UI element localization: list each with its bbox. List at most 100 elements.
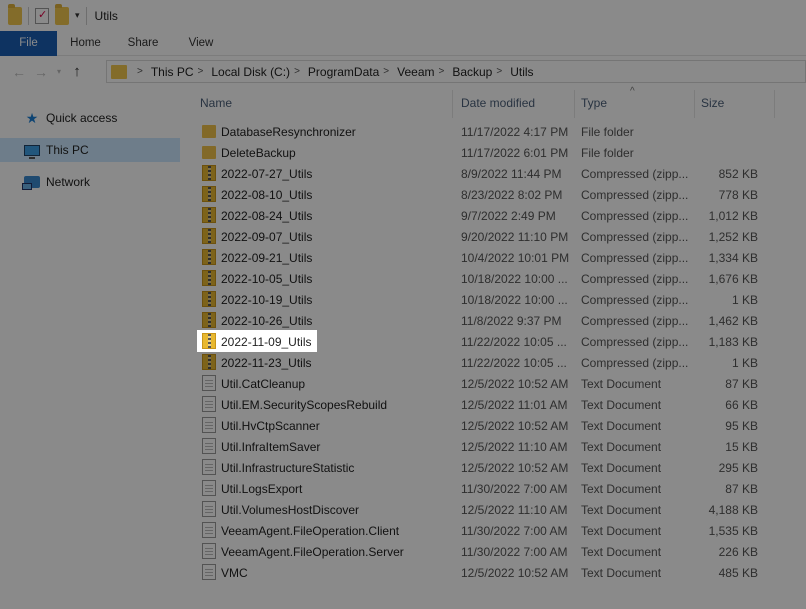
breadcrumb-separator[interactable]: > xyxy=(137,66,143,77)
sidebar-item-this-pc[interactable]: This PC xyxy=(0,138,180,162)
text-file-icon xyxy=(202,438,216,454)
breadcrumb-veeam[interactable]: Veeam xyxy=(397,65,434,79)
sidebar-item-quick-access[interactable]: ★ Quick access xyxy=(0,106,180,130)
file-type: Text Document xyxy=(581,377,662,391)
file-type: Compressed (zipp... xyxy=(581,167,689,181)
quick-access-dropdown[interactable]: ▾ xyxy=(75,10,80,21)
file-date-modified: 10/18/2022 10:00 ... xyxy=(461,293,568,307)
column-header-date[interactable]: Date modified xyxy=(461,96,535,110)
file-row[interactable]: DatabaseResynchronizer 11/17/2022 4:17 PM… xyxy=(200,121,796,142)
file-name: 2022-11-09_Utils xyxy=(221,335,312,349)
breadcrumb-separator[interactable]: > xyxy=(496,66,502,77)
file-name: 2022-08-10_Utils xyxy=(221,188,313,202)
text-file-icon xyxy=(202,480,216,496)
zip-file-icon xyxy=(202,291,216,307)
column-divider[interactable] xyxy=(452,90,453,118)
file-row[interactable]: 2022-10-26_Utils 11/8/2022 9:37 PM Compres… xyxy=(200,310,796,331)
file-name: 2022-09-21_Utils xyxy=(221,251,313,265)
file-row[interactable]: DeleteBackup 11/17/2022 6:01 PM File folde… xyxy=(200,142,796,163)
breadcrumb-this-pc[interactable]: This PC xyxy=(151,65,194,79)
sidebar-item-network[interactable]: Network xyxy=(0,170,180,194)
file-row[interactable]: VMC 12/5/2022 10:52 AM Text Document 485 KB xyxy=(200,562,796,583)
file-row[interactable]: Util.VolumesHostDiscover 12/5/2022 11:10 … xyxy=(200,499,796,520)
file-row[interactable]: VeeamAgent.FileOperation.Client 11/30/202… xyxy=(200,520,796,541)
properties-icon[interactable] xyxy=(35,7,49,24)
file-size: 1 KB xyxy=(731,293,758,307)
file-name: VeeamAgent.FileOperation.Client xyxy=(221,524,400,538)
folder-icon xyxy=(8,3,22,25)
file-row[interactable]: 2022-09-21_Utils 10/4/2022 10:01 PM Compre… xyxy=(200,247,796,268)
breadcrumb-separator[interactable]: > xyxy=(383,66,389,77)
file-row[interactable]: 2022-09-07_Utils 9/20/2022 11:10 PM Compre… xyxy=(200,226,796,247)
sidebar-item-label: Quick access xyxy=(46,111,118,125)
file-date-modified: 12/5/2022 10:52 AM xyxy=(461,461,569,475)
file-name: Util.EM.SecurityScopesRebuild xyxy=(221,398,388,412)
file-name: VeeamAgent.FileOperation.Server xyxy=(221,545,404,559)
column-header-type[interactable]: Type xyxy=(581,96,607,110)
breadcrumb-separator[interactable]: > xyxy=(198,66,204,77)
file-row[interactable]: Util.HvCtpScanner 12/5/2022 10:52 AM Text … xyxy=(200,415,796,436)
column-header-name[interactable]: Name xyxy=(200,96,232,110)
file-name: 2022-10-05_Utils xyxy=(221,272,313,286)
breadcrumb-local-disk[interactable]: Local Disk (C:) xyxy=(211,65,290,79)
file-date-modified: 10/18/2022 10:00 ... xyxy=(461,272,568,286)
file-size: 1,012 KB xyxy=(708,209,758,223)
file-type: File folder xyxy=(581,146,634,160)
file-date-modified: 12/5/2022 11:10 AM xyxy=(461,440,568,454)
breadcrumb-separator[interactable]: > xyxy=(438,66,444,77)
column-divider[interactable] xyxy=(774,90,775,118)
column-header-size[interactable]: Size xyxy=(701,96,724,110)
file-name: 2022-09-07_Utils xyxy=(221,230,313,244)
breadcrumb-utils[interactable]: Utils xyxy=(510,65,533,79)
column-divider[interactable] xyxy=(694,90,695,118)
zip-file-icon xyxy=(202,354,216,370)
file-date-modified: 8/9/2022 11:44 PM xyxy=(461,167,562,181)
tab-view[interactable]: View xyxy=(172,31,230,56)
file-date-modified: 12/5/2022 10:52 AM xyxy=(461,377,569,391)
file-row[interactable]: 2022-07-27_Utils 8/9/2022 11:44 PM Compres… xyxy=(200,163,796,184)
file-row[interactable]: 2022-11-23_Utils 11/22/2022 10:05 ... Comp… xyxy=(200,352,796,373)
up-button[interactable]: ↑ xyxy=(66,61,88,83)
star-icon: ★ xyxy=(25,109,39,126)
file-row[interactable]: 2022-08-24_Utils 9/7/2022 2:49 PM Compress… xyxy=(200,205,796,226)
file-date-modified: 11/30/2022 7:00 AM xyxy=(461,545,568,559)
file-date-modified: 11/22/2022 10:05 ... xyxy=(461,356,567,370)
file-size: 87 KB xyxy=(725,482,758,496)
file-row[interactable]: Util.EM.SecurityScopesRebuild 12/5/2022 1… xyxy=(200,394,796,415)
file-row[interactable]: Util.CatCleanup 12/5/2022 10:52 AM Text Do… xyxy=(200,373,796,394)
recent-locations-dropdown[interactable]: ▾ xyxy=(52,61,66,83)
column-divider[interactable] xyxy=(574,90,575,118)
file-date-modified: 11/30/2022 7:00 AM xyxy=(461,482,568,496)
file-type: Text Document xyxy=(581,566,662,580)
breadcrumb-backup[interactable]: Backup xyxy=(452,65,492,79)
file-row[interactable]: 2022-10-19_Utils 10/18/2022 10:00 ... Comp… xyxy=(200,289,796,310)
highlighted-file[interactable]: 2022-11-09_Utils xyxy=(197,330,317,352)
file-date-modified: 12/5/2022 10:52 AM xyxy=(461,419,569,433)
file-row[interactable]: 2022-10-05_Utils 10/18/2022 10:00 ... Comp… xyxy=(200,268,796,289)
text-file-icon xyxy=(202,522,216,538)
window-title: Utils xyxy=(94,8,118,23)
file-name: 2022-08-24_Utils xyxy=(221,209,313,223)
file-type: Text Document xyxy=(581,461,662,475)
file-date-modified: 11/22/2022 10:05 ... xyxy=(461,335,567,349)
file-type: Compressed (zipp... xyxy=(581,209,689,223)
new-folder-icon[interactable] xyxy=(55,3,69,25)
breadcrumb-separator[interactable]: > xyxy=(294,66,300,77)
forward-button[interactable]: → xyxy=(30,61,52,83)
tab-file[interactable]: File xyxy=(0,31,57,56)
back-button[interactable]: ← xyxy=(8,61,30,83)
file-size: 4,188 KB xyxy=(708,503,758,517)
tab-share[interactable]: Share xyxy=(114,31,172,56)
computer-icon xyxy=(24,144,40,159)
file-size: 1,252 KB xyxy=(708,230,758,244)
file-row[interactable]: VeeamAgent.FileOperation.Server 11/30/202… xyxy=(200,541,796,562)
file-row[interactable]: Util.LogsExport 11/30/2022 7:00 AM Text Do… xyxy=(200,478,796,499)
file-size: 1,334 KB xyxy=(708,251,758,265)
file-row[interactable]: Util.InfrastructureStatistic 12/5/2022 10… xyxy=(200,457,796,478)
address-bar[interactable]: > This PC > Local Disk (C:) > ProgramDat… xyxy=(106,60,806,83)
breadcrumb-programdata[interactable]: ProgramData xyxy=(308,65,379,79)
file-row[interactable]: 2022-08-10_Utils 8/23/2022 8:02 PM Compres… xyxy=(200,184,796,205)
tab-home[interactable]: Home xyxy=(57,31,114,56)
file-row[interactable]: Util.InfraItemSaver 12/5/2022 11:10 AM Tex… xyxy=(200,436,796,457)
file-type: Compressed (zipp... xyxy=(581,335,689,349)
